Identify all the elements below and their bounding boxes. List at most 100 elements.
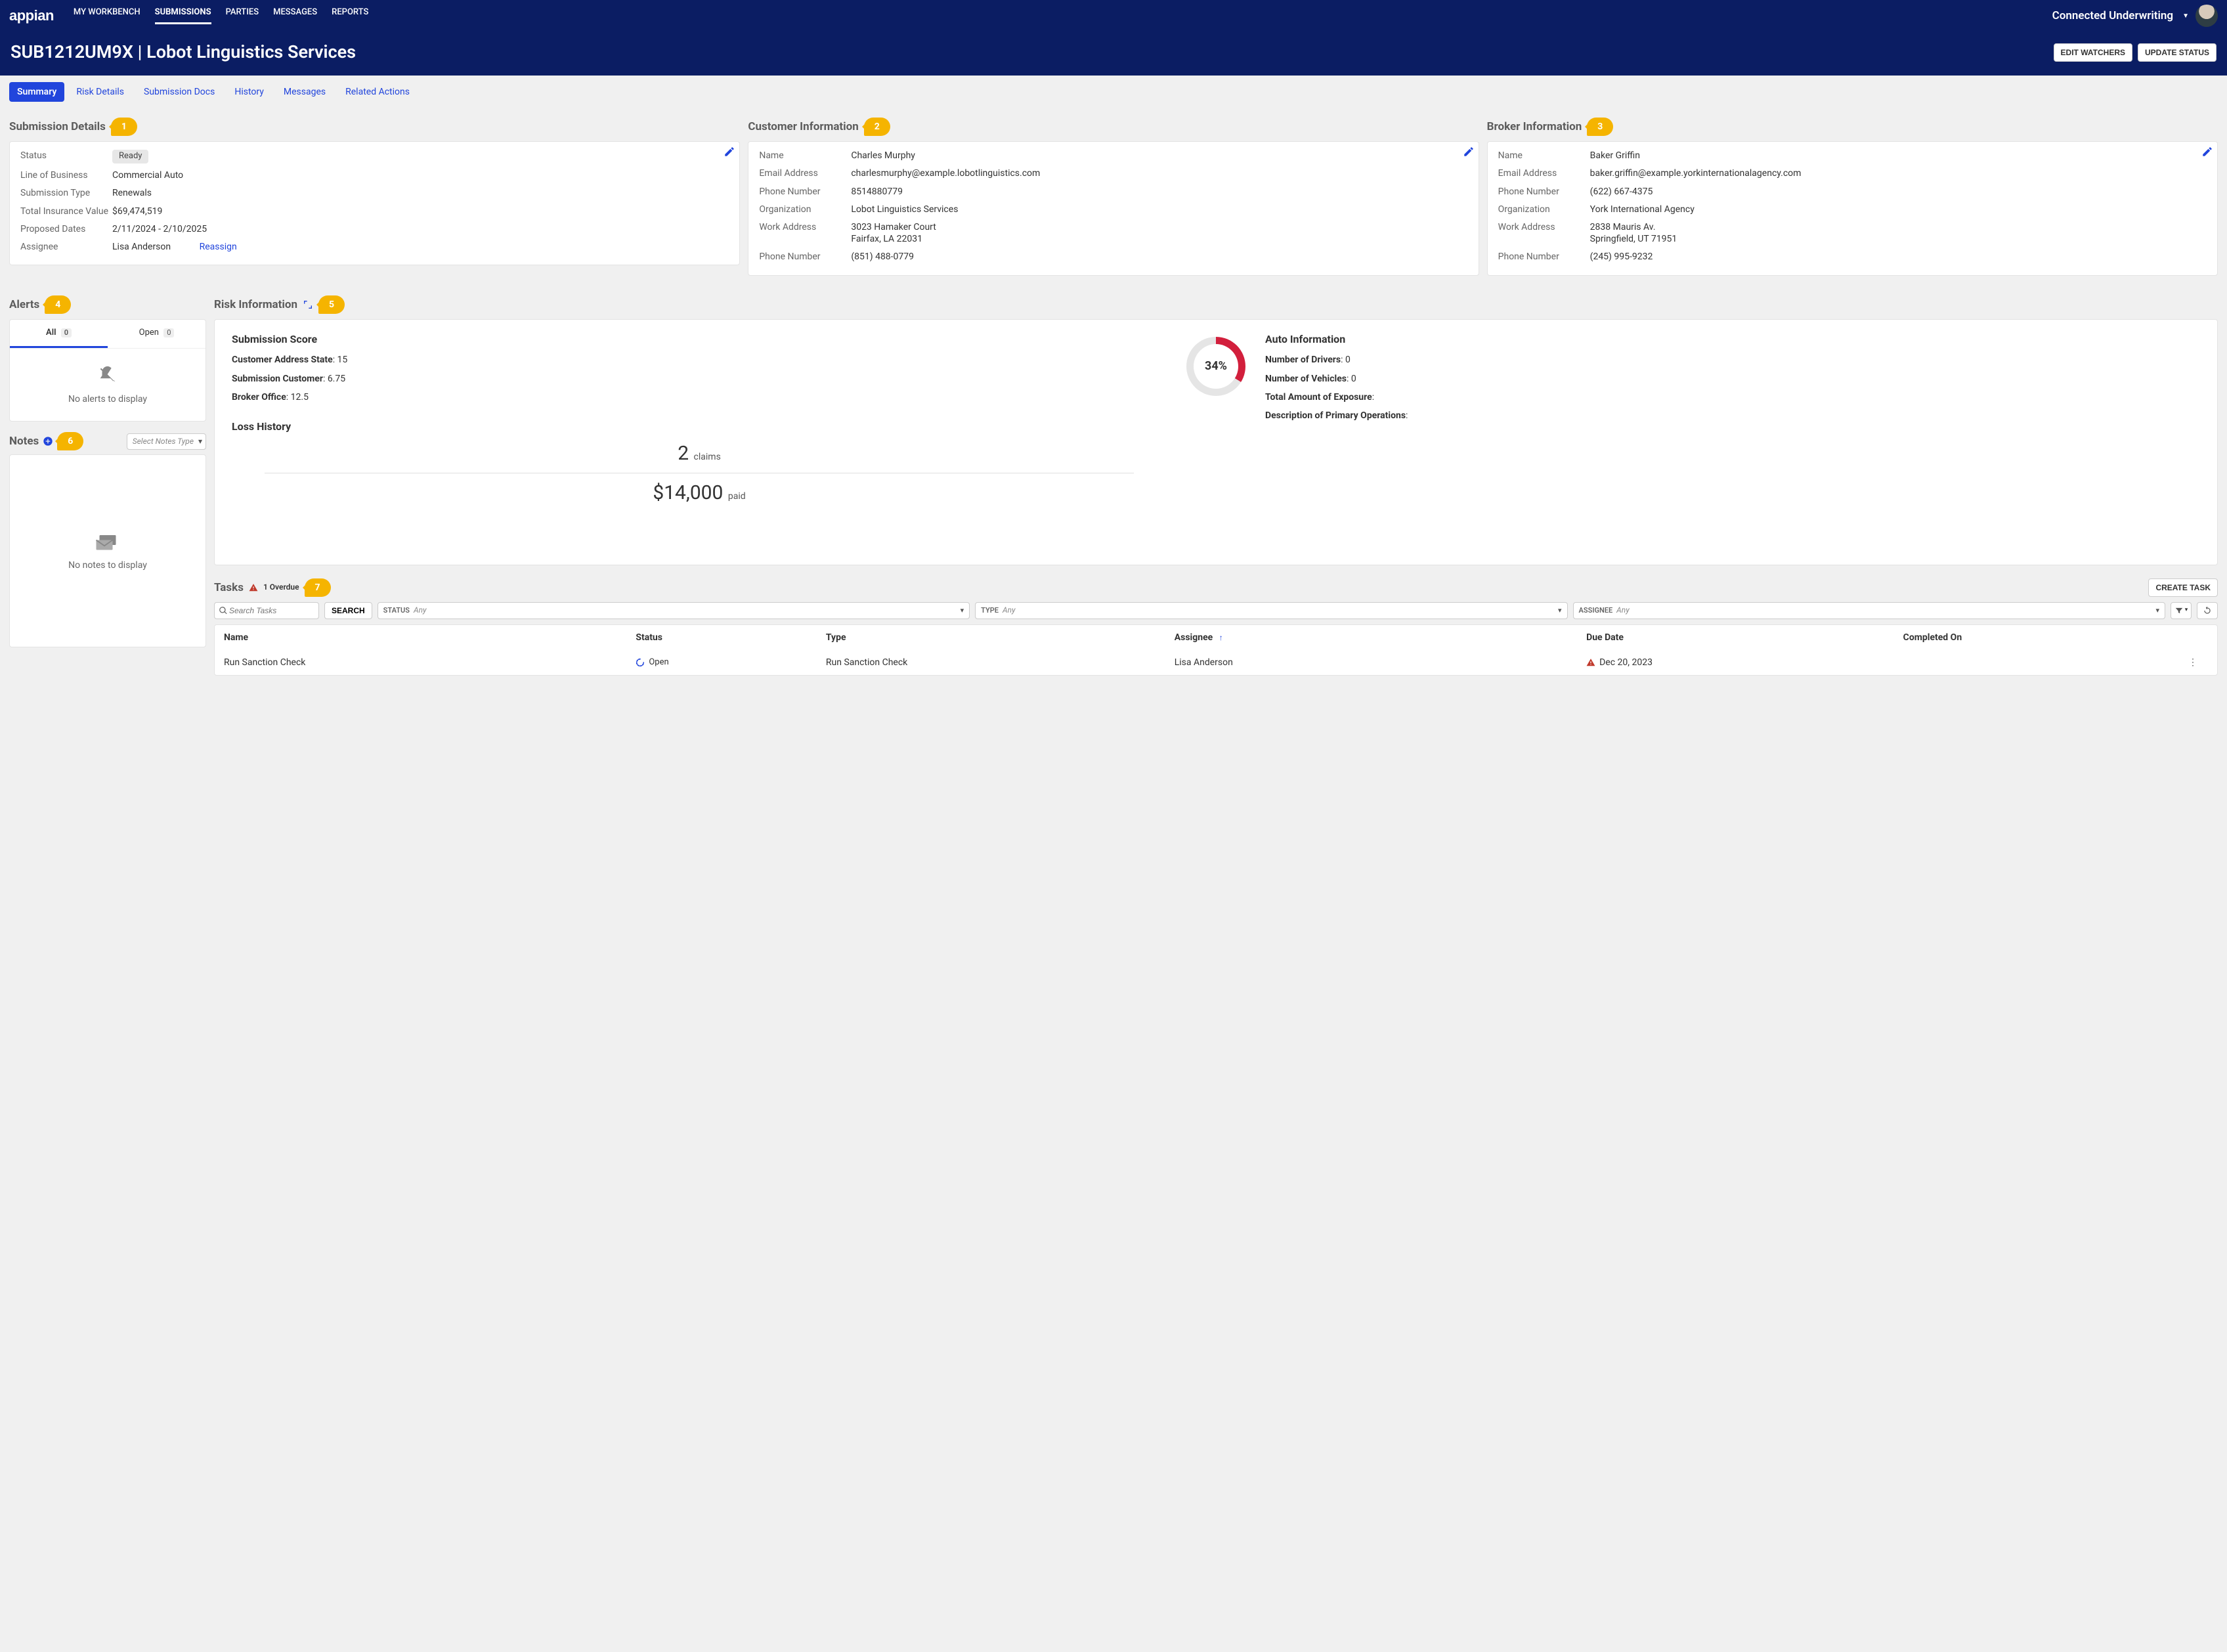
edit-watchers-button[interactable]: EDIT WATCHERS <box>2054 43 2132 62</box>
alerts-empty-text: No alerts to display <box>68 393 147 405</box>
risk-heading: Risk Information <box>214 297 297 312</box>
c-value-email: charlesmurphy@example.lobotlinguistics.c… <box>851 167 1467 179</box>
spinner-icon <box>636 658 645 667</box>
filter-status[interactable]: STATUS Any <box>378 602 970 619</box>
filter-status-label: STATUS <box>383 606 410 615</box>
nav-parties[interactable]: PARTIES <box>226 7 259 24</box>
c-value-name: Charles Murphy <box>851 150 1467 162</box>
risk-section: Risk Information 5 Submission Score Cust… <box>214 289 2218 565</box>
reassign-link[interactable]: Reassign <box>200 242 237 252</box>
row-assignee: Lisa Anderson <box>1175 657 1586 668</box>
edit-icon[interactable] <box>724 146 735 158</box>
row-status: Open <box>649 657 668 668</box>
callout-6: 6 <box>57 432 83 450</box>
callout-1: 1 <box>111 118 137 136</box>
nav-messages[interactable]: MESSAGES <box>273 7 317 24</box>
record-tabs: Summary Risk Details Submission Docs His… <box>0 76 2227 102</box>
label-lob: Line of Business <box>20 169 112 181</box>
filter-assignee[interactable]: ASSIGNEE Any <box>1573 602 2165 619</box>
row-due-date: Dec 20, 2023 <box>1599 657 1653 668</box>
score-state-label: Customer Address State <box>232 355 333 365</box>
col-status[interactable]: Status <box>636 632 826 643</box>
table-row[interactable]: Run Sanction Check Open Run Sanction Che… <box>215 650 2217 675</box>
b-value-phone2: (245) 995-9232 <box>1590 251 2207 263</box>
alerts-tab-all-label: All <box>46 328 56 337</box>
filter-type-label: TYPE <box>981 606 999 615</box>
edit-icon[interactable] <box>1463 146 1475 158</box>
score-gauge: 34% <box>1186 337 1245 396</box>
chevron-down-icon: ▾ <box>2185 607 2188 615</box>
callout-7: 7 <box>305 578 331 597</box>
filter-status-val: Any <box>414 605 427 616</box>
tasks-search-button[interactable]: SEARCH <box>324 602 372 619</box>
filter-button[interactable]: ▾ <box>2171 602 2192 619</box>
expand-icon[interactable] <box>303 299 313 310</box>
label-status: Status <box>20 150 112 163</box>
tasks-search-input[interactable] <box>228 605 314 616</box>
tab-messages[interactable]: Messages <box>276 82 334 102</box>
notes-heading: Notes <box>9 434 39 448</box>
col-due-date[interactable]: Due Date <box>1586 632 1903 643</box>
warning-icon <box>1586 658 1595 667</box>
avatar[interactable] <box>2195 5 2218 27</box>
b-addr-l2: Springfield, UT 71951 <box>1590 234 1677 244</box>
value-sub-type: Renewals <box>112 187 729 199</box>
vehicles-label: Number of Vehicles <box>1265 374 1347 384</box>
tab-summary[interactable]: Summary <box>9 82 64 102</box>
chevron-down-icon[interactable]: ▼ <box>2182 12 2189 20</box>
nav-submissions[interactable]: SUBMISSIONS <box>155 7 211 24</box>
col-name[interactable]: Name <box>224 632 636 643</box>
select-notes-type[interactable]: Select Notes Type <box>127 433 206 450</box>
alerts-tab-all[interactable]: All 0 <box>10 320 108 349</box>
broker-info-heading: Broker Information <box>1487 120 1582 134</box>
edit-icon[interactable] <box>2201 146 2213 158</box>
value-lob: Commercial Auto <box>112 169 729 181</box>
c-label-addr: Work Address <box>759 221 851 245</box>
c-value-org[interactable]: Lobot Linguistics Services <box>851 204 1467 215</box>
broker-info-section: Broker Information 3 Name Baker Griffin … <box>1487 111 2218 275</box>
b-value-org[interactable]: York International Agency <box>1590 204 2207 215</box>
tab-related-actions[interactable]: Related Actions <box>337 82 418 102</box>
b-label-addr: Work Address <box>1498 221 1590 245</box>
col-type[interactable]: Type <box>826 632 1175 643</box>
col-assignee[interactable]: Assignee ↑ <box>1175 632 1586 643</box>
environment-name[interactable]: Connected Underwriting <box>2052 9 2173 23</box>
update-status-button[interactable]: UPDATE STATUS <box>2138 43 2216 62</box>
sort-asc-icon: ↑ <box>1219 633 1223 642</box>
nav-my-workbench[interactable]: MY WORKBENCH <box>74 7 141 24</box>
alerts-tab-open[interactable]: Open 0 <box>108 320 205 349</box>
notes-empty-text: No notes to display <box>68 559 147 571</box>
b-value-phone: (622) 667-4375 <box>1590 186 2207 198</box>
filter-type[interactable]: TYPE Any <box>975 602 1567 619</box>
app-logo: appian <box>9 7 54 26</box>
primary-nav: MY WORKBENCH SUBMISSIONS PARTIES MESSAGE… <box>74 7 368 24</box>
primary-ops-label: Description of Primary Operations <box>1265 410 1406 421</box>
overdue-text: 1 Overdue <box>263 582 299 593</box>
tab-submission-docs[interactable]: Submission Docs <box>136 82 223 102</box>
value-assignee: Lisa Anderson <box>112 242 171 252</box>
loss-heading: Loss History <box>232 420 1167 434</box>
nav-reports[interactable]: REPORTS <box>332 7 368 24</box>
filter-type-val: Any <box>1003 605 1016 616</box>
alerts-open-count: 0 <box>163 328 174 337</box>
tab-risk-details[interactable]: Risk Details <box>68 82 132 102</box>
create-task-button[interactable]: CREATE TASK <box>2148 578 2218 597</box>
status-badge: Ready <box>112 150 148 163</box>
c-label-org: Organization <box>759 204 851 215</box>
tab-history[interactable]: History <box>227 82 272 102</box>
search-icon <box>219 606 228 615</box>
warning-icon <box>249 583 258 592</box>
paid-num: $14,000 <box>653 481 723 504</box>
b-addr-l1: 2838 Mauris Av. <box>1590 222 1656 232</box>
col-completed[interactable]: Completed On <box>1903 632 2188 643</box>
tasks-search[interactable] <box>214 602 319 619</box>
refresh-button[interactable] <box>2197 602 2218 619</box>
label-tiv: Total Insurance Value <box>20 206 112 217</box>
callout-3: 3 <box>1587 118 1613 136</box>
b-label-phone2: Phone Number <box>1498 251 1590 263</box>
row-menu-icon[interactable]: ⋮ <box>2188 657 2208 668</box>
exposure-label: Total Amount of Exposure <box>1265 392 1372 402</box>
claims-word: claims <box>694 452 721 462</box>
exposure-val: : <box>1372 392 1374 402</box>
b-value-name[interactable]: Baker Griffin <box>1590 150 2207 162</box>
